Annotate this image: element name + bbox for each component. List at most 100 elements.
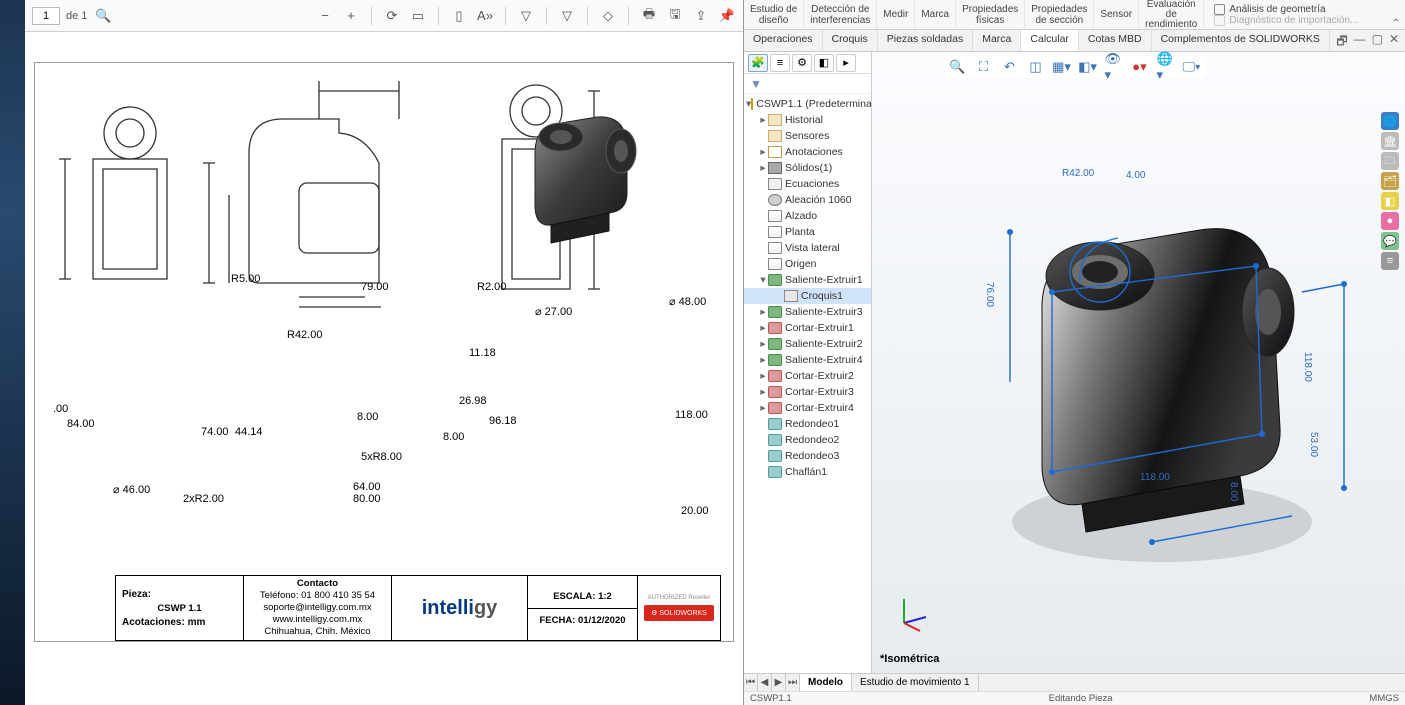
rotate-icon[interactable]: ⟳ — [382, 6, 402, 26]
tree-saliente4[interactable]: ▸Saliente-Extruir4 — [744, 352, 871, 368]
gfx-dim-r42[interactable]: R42.00 — [1062, 168, 1094, 179]
tree-historial[interactable]: ▸Historial — [744, 112, 871, 128]
taskpane-appearances-icon[interactable]: ◧ — [1381, 192, 1399, 210]
tab-cotas-mbd[interactable]: Cotas MBD — [1079, 30, 1152, 51]
tree-material[interactable]: Aleación 1060 — [744, 192, 871, 208]
zoom-area-icon[interactable]: ⛶ — [975, 58, 993, 76]
scene-icon[interactable]: 🌐▾ — [1157, 58, 1175, 76]
tree-redondeo1[interactable]: Redondeo1 — [744, 416, 871, 432]
tree-anotaciones[interactable]: ▸Anotaciones — [744, 144, 871, 160]
tree-solidos[interactable]: ▸Sólidos(1) — [744, 160, 871, 176]
fm-tab-propmgr-icon[interactable]: ≡ — [770, 54, 790, 72]
ribbon-sensor[interactable]: Sensor — [1094, 0, 1139, 29]
save-icon[interactable]: 🖫 — [665, 6, 685, 26]
tree-saliente1[interactable]: ▾Saliente-Extruir1 — [744, 272, 871, 288]
tree-planta[interactable]: Planta — [744, 224, 871, 240]
window-restore-icon[interactable]: 🗗 — [1336, 32, 1347, 49]
taskpane-file-explorer-icon[interactable]: 🗀 — [1381, 152, 1399, 170]
view-settings-icon[interactable]: 🖵▾ — [1183, 58, 1201, 76]
tree-cortar4[interactable]: ▸Cortar-Extruir4 — [744, 400, 871, 416]
tab-piezas-soldadas[interactable]: Piezas soldadas — [878, 30, 973, 51]
ribbon-deteccion-interferencias[interactable]: Detección deinterferencias — [804, 0, 877, 29]
fm-filter-icon[interactable]: ▼ — [744, 74, 871, 94]
ribbon-estudio-diseno[interactable]: Estudio dediseño — [744, 0, 804, 29]
zoom-fit-icon[interactable]: 🔍 — [949, 58, 967, 76]
draw-tool-icon[interactable]: ▽ — [516, 6, 536, 26]
bottom-tab-modelo[interactable]: Modelo — [800, 674, 852, 691]
tab-operaciones[interactable]: Operaciones — [744, 30, 823, 51]
gfx-dim-8[interactable]: 8.00 — [1228, 482, 1239, 501]
gfx-dim-118v[interactable]: 118.00 — [1302, 352, 1313, 382]
read-aloud-icon[interactable]: A» — [475, 6, 495, 26]
tree-croquis1[interactable]: Croquis1 — [744, 288, 871, 304]
appearance-icon[interactable]: ●▾ — [1131, 58, 1149, 76]
prev-view-icon[interactable]: ↶ — [1001, 58, 1019, 76]
ribbon-prop-fisicas[interactable]: Propiedadesfísicas — [956, 0, 1025, 29]
tree-ecuaciones[interactable]: Ecuaciones — [744, 176, 871, 192]
bottom-tab-motion1[interactable]: Estudio de movimiento 1 — [852, 674, 979, 691]
tab-marca[interactable]: Marca — [973, 30, 1021, 51]
ribbon-marca[interactable]: Marca — [915, 0, 956, 29]
window-close-icon[interactable]: ✕ — [1389, 32, 1399, 49]
tree-chaflan1[interactable]: Chaflán1 — [744, 464, 871, 480]
fm-tab-dimxpert-icon[interactable]: ◧ — [814, 54, 834, 72]
display-style-icon[interactable]: ◧▾ — [1079, 58, 1097, 76]
tree-cortar1[interactable]: ▸Cortar-Extruir1 — [744, 320, 871, 336]
erase-icon[interactable]: ◇ — [598, 6, 618, 26]
tree-sensores[interactable]: Sensores — [744, 128, 871, 144]
tree-root[interactable]: ▾CSWP1.1 (Predeterminado) — [744, 96, 871, 112]
tabnav-next-icon[interactable]: ▶ — [772, 674, 786, 691]
ribbon-medir[interactable]: Medir — [877, 0, 915, 29]
taskpane-more-icon[interactable]: ≡ — [1381, 252, 1399, 270]
tabnav-first-icon[interactable]: ⏮ — [744, 674, 758, 691]
taskpane-design-lib-icon[interactable]: 🏛 — [1381, 132, 1399, 150]
taskpane-resources-icon[interactable]: 🌐 — [1381, 112, 1399, 130]
page-number-input[interactable] — [32, 7, 60, 25]
tabnav-last-icon[interactable]: ⏭ — [786, 674, 800, 691]
fm-tab-config-icon[interactable]: ⚙ — [792, 54, 812, 72]
fm-tab-more-icon[interactable]: ▸ — [836, 54, 856, 72]
highlight-tool-icon[interactable]: ▽ — [557, 6, 577, 26]
ribbon-analisis-geom[interactable]: Análisis de geometría — [1210, 4, 1387, 15]
fm-tab-tree-icon[interactable]: 🧩 — [748, 54, 768, 72]
pdf-viewport[interactable]: .00 84.00 ⌀ 46.00 2xR2.00 — [25, 32, 743, 705]
gfx-dim-4[interactable]: 4.00 — [1126, 170, 1145, 181]
orientation-triad[interactable] — [892, 593, 932, 633]
ribbon-eval-rendimiento[interactable]: Evaluaciónderendimiento — [1139, 0, 1204, 29]
gfx-dim-118[interactable]: 118.00 — [1140, 472, 1170, 483]
zoom-out-icon[interactable]: − — [315, 6, 335, 26]
ribbon-prop-seccion[interactable]: Propiedadesde sección — [1025, 0, 1094, 29]
page-view-icon[interactable]: ▯ — [449, 6, 469, 26]
tab-calcular[interactable]: Calcular — [1021, 30, 1079, 51]
tabnav-prev-icon[interactable]: ◀ — [758, 674, 772, 691]
gfx-dim-76[interactable]: 76.00 — [984, 282, 995, 307]
section-view-icon[interactable]: ◫ — [1027, 58, 1045, 76]
tree-cortar3[interactable]: ▸Cortar-Extruir3 — [744, 384, 871, 400]
ribbon-collapse-icon[interactable]: ⌃ — [1387, 0, 1405, 29]
tree-redondeo2[interactable]: Redondeo2 — [744, 432, 871, 448]
tree-saliente2[interactable]: ▸Saliente-Extruir2 — [744, 336, 871, 352]
view-orient-icon[interactable]: ▦▾ — [1053, 58, 1071, 76]
zoom-in-icon[interactable]: + — [341, 6, 361, 26]
tree-origen[interactable]: Origen — [744, 256, 871, 272]
graphics-area[interactable]: R42.00 4.00 76.00 118.00 53.00 8.00 118.… — [872, 52, 1405, 673]
pin-icon[interactable]: 📌 — [717, 6, 737, 26]
taskpane-view-palette-icon[interactable]: 🗂 — [1381, 172, 1399, 190]
fit-page-icon[interactable]: ▭ — [408, 6, 428, 26]
window-minimize-icon[interactable]: — — [1354, 32, 1366, 49]
search-icon[interactable]: 🔍 — [93, 6, 113, 26]
hide-show-icon[interactable]: 👁▾ — [1105, 58, 1123, 76]
taskpane-forum-icon[interactable]: 💬 — [1381, 232, 1399, 250]
tab-croquis[interactable]: Croquis — [823, 30, 878, 51]
window-maximize-icon[interactable]: ▢ — [1372, 32, 1383, 49]
model-3d-view[interactable] — [932, 172, 1362, 592]
tree-vista-lateral[interactable]: Vista lateral — [744, 240, 871, 256]
print-icon[interactable]: 🖶 — [639, 6, 659, 26]
taskpane-custom-props-icon[interactable]: ● — [1381, 212, 1399, 230]
tab-complementos[interactable]: Complementos de SOLIDWORKS — [1152, 30, 1330, 51]
tree-redondeo3[interactable]: Redondeo3 — [744, 448, 871, 464]
tree-saliente3[interactable]: ▸Saliente-Extruir3 — [744, 304, 871, 320]
gfx-dim-53[interactable]: 53.00 — [1308, 432, 1319, 457]
tree-alzado[interactable]: Alzado — [744, 208, 871, 224]
tree-cortar2[interactable]: ▸Cortar-Extruir2 — [744, 368, 871, 384]
